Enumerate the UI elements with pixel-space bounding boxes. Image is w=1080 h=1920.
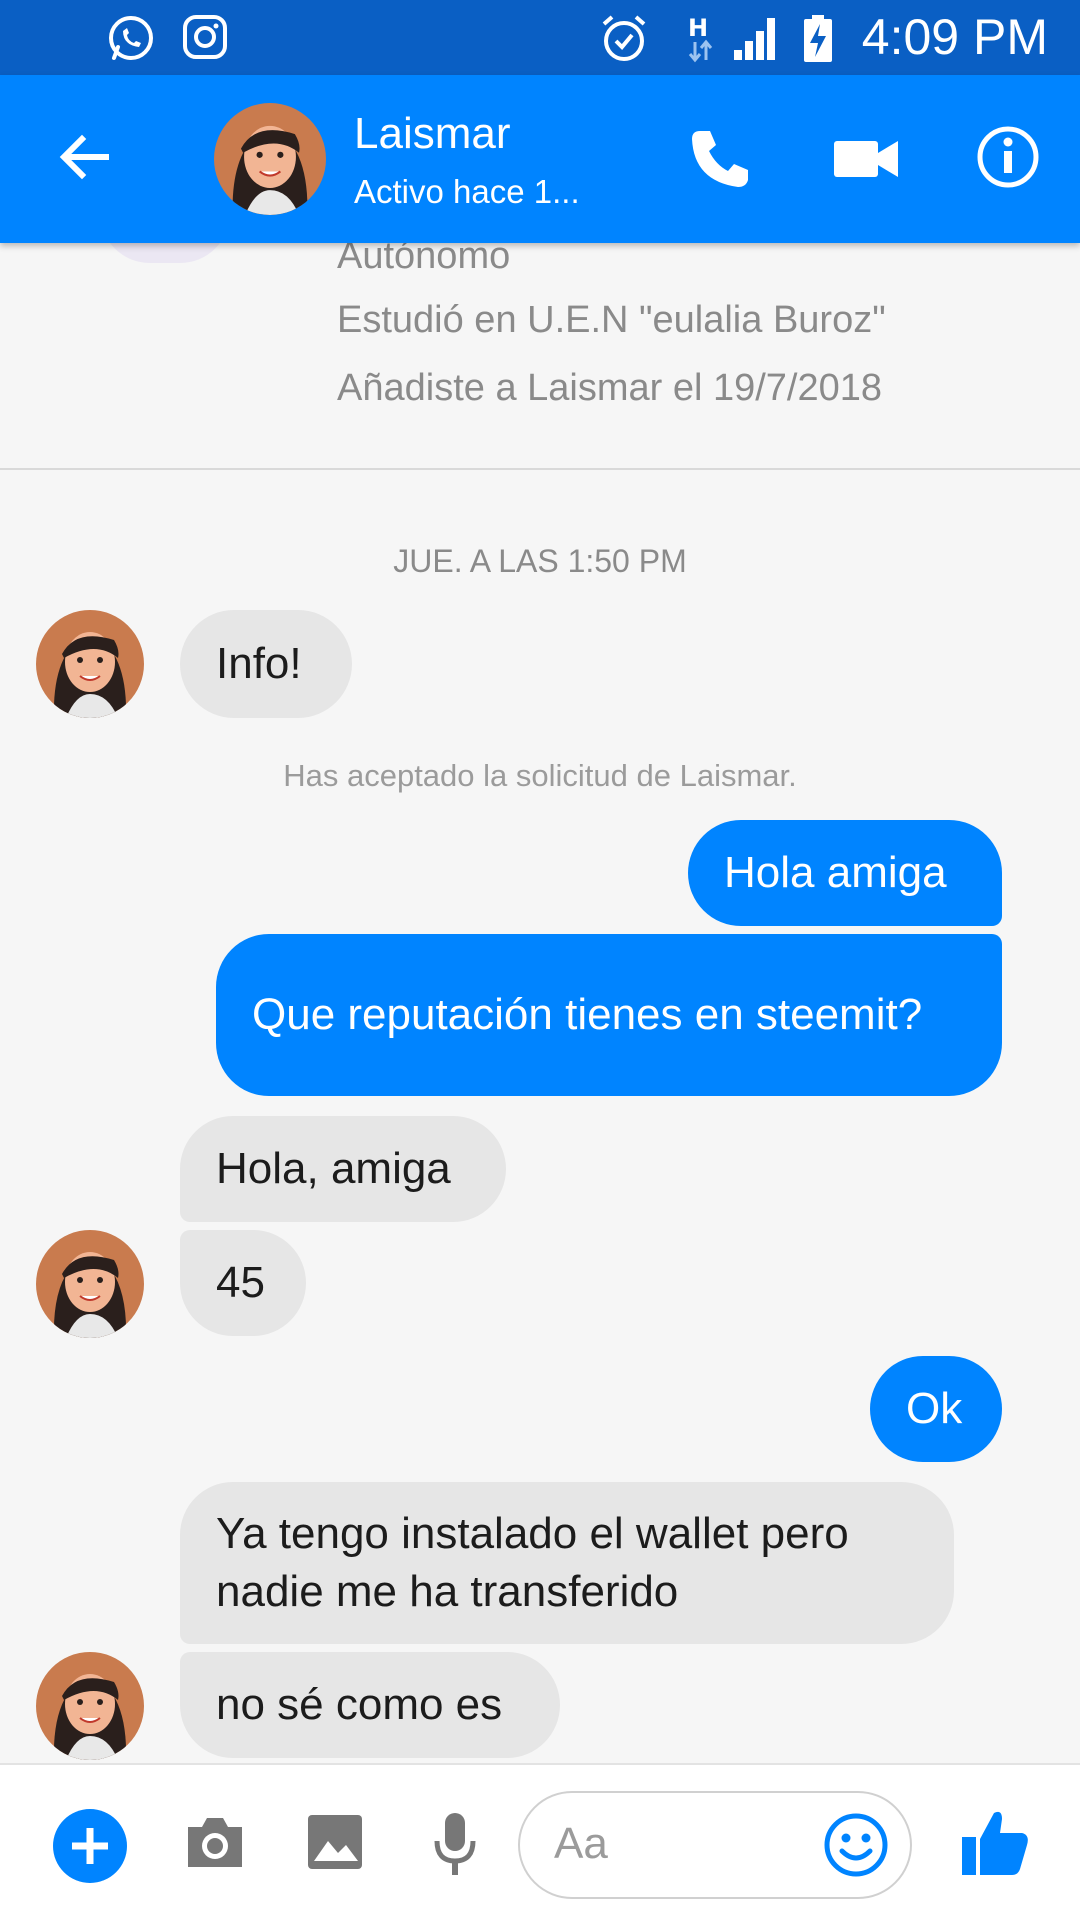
divider	[0, 468, 1080, 470]
profile-added-date: Añadiste a Laismar el 19/7/2018	[337, 367, 883, 409]
message-bubble-incoming[interactable]: Hola, amiga	[180, 1116, 506, 1222]
instagram-icon	[183, 15, 227, 59]
svg-text:H: H	[688, 14, 708, 42]
message-bubble-incoming[interactable]: 45	[180, 1230, 306, 1336]
contact-avatar[interactable]	[214, 103, 326, 215]
battery-charging-icon	[804, 15, 832, 62]
contact-status: Activo hace 1...	[354, 173, 580, 210]
message-bubble-outgoing[interactable]: Que reputación tienes en steemit?	[216, 934, 1002, 1096]
camera-icon[interactable]	[184, 1813, 246, 1871]
contact-name[interactable]: Laismar	[354, 109, 511, 159]
network-h-icon: H	[688, 14, 713, 63]
contact-avatar[interactable]	[36, 1230, 144, 1338]
request-accepted-note: Has aceptado la solicitud de Laismar.	[283, 758, 797, 793]
message-bubble-outgoing[interactable]: Ok	[870, 1356, 1002, 1462]
thumbs-up-icon[interactable]	[960, 1807, 1030, 1879]
clock: 4:09 PM	[861, 9, 1048, 65]
alarm-icon	[602, 15, 646, 61]
status-bar: H 4:09 PM	[0, 0, 1080, 75]
microphone-icon[interactable]	[432, 1811, 478, 1877]
message-bubble-incoming[interactable]: no sé como es	[180, 1652, 560, 1758]
video-icon[interactable]	[830, 125, 902, 193]
whatsapp-icon	[109, 16, 153, 60]
emoji-icon[interactable]	[822, 1811, 890, 1879]
plus-button[interactable]	[53, 1809, 127, 1883]
contact-avatar[interactable]	[36, 1652, 144, 1760]
message-input-placeholder: Aa	[554, 1819, 608, 1868]
chat-header: Laismar Activo hace 1...	[0, 75, 1080, 243]
back-arrow-icon[interactable]	[52, 125, 116, 189]
message-bubble-incoming[interactable]: Ya tengo instalado el wallet pero nadie …	[180, 1482, 954, 1644]
phone-icon[interactable]	[686, 125, 754, 193]
signal-icon	[734, 18, 775, 60]
contact-avatar[interactable]	[36, 610, 144, 718]
message-timestamp: JUE. A LAS 1:50 PM	[393, 543, 687, 579]
plus-icon	[72, 1828, 108, 1864]
message-input[interactable]: Aa	[518, 1791, 912, 1899]
profile-info: Autónomo Estudió en U.E.N "eulalia Buroz…	[0, 213, 1080, 468]
info-icon[interactable]	[974, 123, 1042, 191]
gallery-icon[interactable]	[306, 1811, 364, 1871]
profile-education: Estudió en U.E.N "eulalia Buroz"	[337, 299, 886, 341]
message-bubble-outgoing[interactable]: Hola amiga	[688, 820, 1002, 926]
message-bubble-incoming[interactable]: Info!	[180, 610, 352, 718]
message-composer: Aa	[0, 1763, 1080, 1920]
